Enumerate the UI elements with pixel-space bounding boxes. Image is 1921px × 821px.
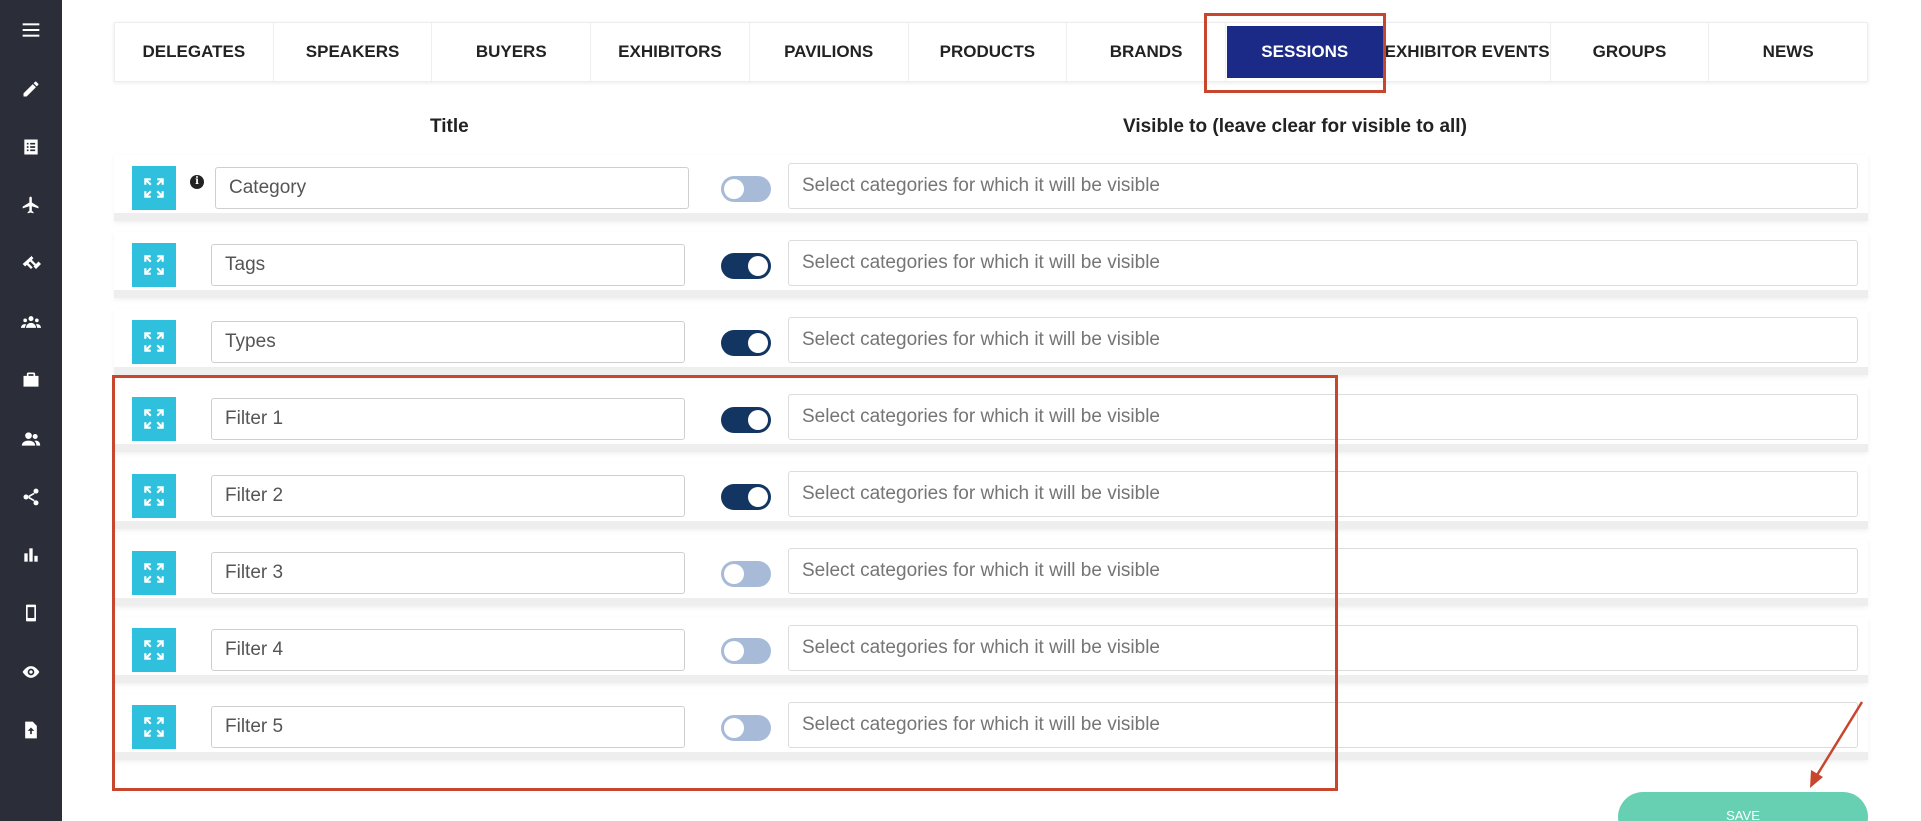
pencil-icon[interactable] (19, 77, 43, 101)
title-input[interactable] (211, 321, 685, 363)
tab-exhibitors[interactable]: EXHIBITORS (591, 23, 750, 81)
tab-brands[interactable]: BRANDS (1067, 23, 1226, 81)
plane-icon[interactable] (19, 193, 43, 217)
tab-news[interactable]: NEWS (1709, 23, 1867, 81)
bar-chart-icon[interactable] (19, 543, 43, 567)
tab-pavilions[interactable]: PAVILIONS (750, 23, 909, 81)
expand-drag-icon[interactable] (132, 320, 176, 364)
tab-label: GROUPS (1592, 42, 1667, 61)
toggle-knob (724, 718, 744, 738)
group-icon[interactable] (19, 310, 43, 334)
visibility-toggle[interactable] (721, 253, 771, 279)
tab-label: NEWS (1762, 42, 1814, 61)
toggle-knob (748, 410, 768, 430)
categories-select[interactable] (788, 317, 1858, 363)
tab-delegates[interactable]: DELEGATES (115, 23, 274, 81)
info-icon[interactable]: i (190, 175, 204, 189)
categories-select[interactable] (788, 163, 1858, 209)
share-icon[interactable] (19, 485, 43, 509)
expand-drag-icon[interactable] (132, 551, 176, 595)
filter-row (114, 463, 1868, 529)
title-input[interactable] (211, 398, 685, 440)
visibility-toggle[interactable] (721, 484, 771, 510)
tab-products[interactable]: PRODUCTS (909, 23, 1068, 81)
list-icon[interactable] (19, 135, 43, 159)
visibility-toggle[interactable] (721, 407, 771, 433)
tab-buyers[interactable]: BUYERS (432, 23, 592, 81)
categories-select[interactable] (788, 702, 1858, 748)
expand-drag-icon[interactable] (132, 243, 176, 287)
visibility-toggle[interactable] (721, 638, 771, 664)
toggle-knob (748, 333, 768, 353)
toggle-knob (748, 256, 768, 276)
visibility-toggle[interactable] (721, 561, 771, 587)
toggle-knob (724, 564, 744, 584)
toggle-knob (724, 641, 744, 661)
filter-row (114, 540, 1868, 606)
tab-label: SPEAKERS (305, 42, 400, 61)
filter-row (114, 386, 1868, 452)
categories-select[interactable] (788, 394, 1858, 440)
tab-groups[interactable]: GROUPS (1551, 23, 1710, 81)
categories-select[interactable] (788, 625, 1858, 671)
expand-drag-icon[interactable] (132, 705, 176, 749)
menu-icon[interactable] (19, 18, 43, 42)
mobile-icon[interactable] (19, 601, 43, 625)
tab-bar: DELEGATES SPEAKERS BUYERS EXHIBITORS PAV… (114, 22, 1868, 82)
visible-to-column-header: Visible to (leave clear for visible to a… (1123, 116, 1467, 137)
tag-icon[interactable] (19, 252, 43, 276)
categories-select[interactable] (788, 240, 1858, 286)
save-button[interactable]: SAVE (1618, 792, 1868, 821)
tab-sessions[interactable]: SESSIONS (1226, 23, 1385, 81)
categories-select[interactable] (788, 548, 1858, 594)
title-input[interactable] (211, 475, 685, 517)
tab-label: PAVILIONS (784, 42, 874, 61)
filter-row: i (114, 155, 1868, 221)
briefcase-icon[interactable] (19, 368, 43, 392)
toggle-knob (724, 179, 744, 199)
filter-row (114, 232, 1868, 298)
visibility-toggle[interactable] (721, 715, 771, 741)
tab-exhibitor-events[interactable]: EXHIBITOR EVENTS (1385, 23, 1551, 81)
filter-row (114, 694, 1868, 760)
tab-label: EXHIBITOR EVENTS (1384, 42, 1550, 61)
eye-icon[interactable] (19, 660, 43, 684)
tab-label: BUYERS (475, 42, 547, 61)
title-input[interactable] (211, 552, 685, 594)
toggle-knob (748, 487, 768, 507)
visibility-toggle[interactable] (721, 176, 771, 202)
expand-drag-icon[interactable] (132, 166, 176, 210)
categories-select[interactable] (788, 471, 1858, 517)
expand-drag-icon[interactable] (132, 397, 176, 441)
visibility-toggle[interactable] (721, 330, 771, 356)
tab-label: EXHIBITORS (618, 42, 722, 61)
title-input[interactable] (211, 706, 685, 748)
title-column-header: Title (430, 116, 469, 137)
tab-label: SESSIONS (1226, 26, 1383, 78)
filter-row (114, 617, 1868, 683)
tab-label: BRANDS (1109, 42, 1183, 61)
filter-row (114, 309, 1868, 375)
sidebar (0, 0, 62, 821)
expand-drag-icon[interactable] (132, 474, 176, 518)
expand-drag-icon[interactable] (132, 628, 176, 672)
file-upload-icon[interactable] (19, 718, 43, 742)
title-input[interactable] (211, 244, 685, 286)
title-input[interactable] (211, 629, 685, 671)
users-icon[interactable] (19, 427, 43, 451)
tab-label: DELEGATES (142, 42, 246, 61)
title-input[interactable] (215, 167, 689, 209)
tab-speakers[interactable]: SPEAKERS (274, 23, 433, 81)
tab-label: PRODUCTS (939, 42, 1036, 61)
